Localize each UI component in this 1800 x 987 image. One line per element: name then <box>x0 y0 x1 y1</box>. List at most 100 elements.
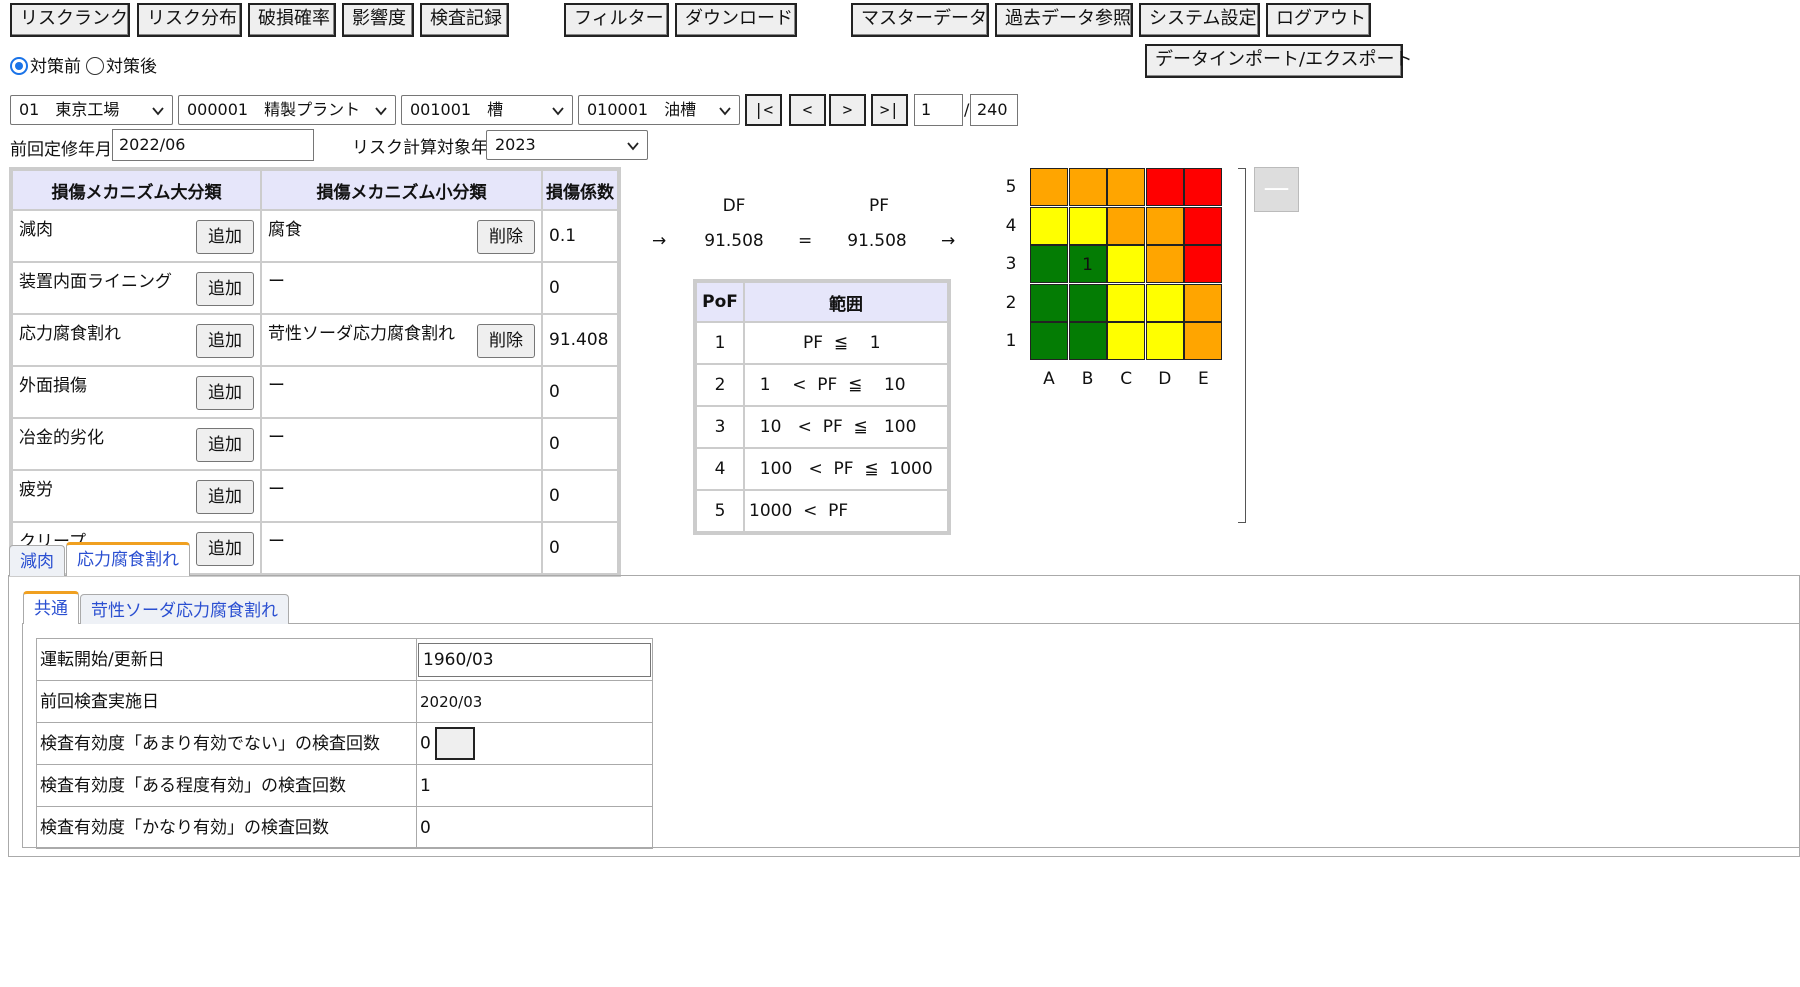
table-row: 外面損傷 追加ー 0 <box>13 367 617 417</box>
mode-after-option[interactable]: 対策後 <box>86 56 157 78</box>
inspection-record-button[interactable]: 検査記録 <box>420 3 509 37</box>
minor-label: ー <box>268 428 285 448</box>
tab-stress-corrosion[interactable]: 応力腐食割れ <box>66 542 190 576</box>
somewhat-effective-label: 検査有効度「ある程度有効」の検査回数 <box>36 764 417 807</box>
add-button[interactable]: 追加 <box>196 428 254 462</box>
minor-label: 苛性ソーダ応力腐食割れ <box>268 324 455 344</box>
matrix-cell[interactable] <box>1030 168 1068 206</box>
matrix-cell[interactable] <box>1145 206 1184 245</box>
matrix-cell[interactable] <box>1145 168 1184 206</box>
pof-number: 5 <box>697 491 743 531</box>
mode-before-option[interactable]: 対策前 <box>10 56 81 78</box>
ineffective-count-button[interactable] <box>434 727 475 760</box>
start-date-input[interactable]: 1960/03 <box>418 642 651 677</box>
revision-input[interactable]: 2022/06 <box>112 129 314 161</box>
add-button[interactable]: 追加 <box>196 220 254 254</box>
add-button[interactable]: 追加 <box>196 324 254 358</box>
matrix-cell[interactable] <box>1184 283 1223 322</box>
matrix-cell[interactable] <box>1068 206 1107 245</box>
table-row: 5 1000 < PF <box>697 491 947 531</box>
matrix-cell[interactable] <box>1107 206 1146 245</box>
mode-before-label: 対策前 <box>30 57 81 77</box>
impact-button[interactable]: 影響度 <box>342 3 414 37</box>
chevron-down-icon <box>719 107 731 116</box>
risk-distribution-button[interactable]: リスク分布 <box>137 3 242 37</box>
matrix-cell[interactable] <box>1107 245 1146 284</box>
table-row: 2 1 < PF ≦ 10 <box>697 365 947 405</box>
table-row: 冶金的劣化 追加ー 0 <box>13 419 617 469</box>
matrix-cell[interactable] <box>1107 168 1146 206</box>
add-button[interactable]: 追加 <box>196 532 254 566</box>
pof-number: 3 <box>697 407 743 447</box>
tab-common[interactable]: 共通 <box>23 591 79 624</box>
mode-after-radio[interactable] <box>86 57 104 75</box>
factory-select[interactable]: 01 東京工場 <box>10 95 173 125</box>
factor-value: 0 <box>543 367 617 417</box>
equipment-type-select-value: 001001 槽 <box>410 100 504 119</box>
equipment-type-select[interactable]: 001001 槽 <box>401 95 573 125</box>
highly-effective-value: 0 <box>416 806 653 849</box>
minor-cell: ー <box>262 367 541 417</box>
matrix-cell[interactable] <box>1030 283 1068 322</box>
ineffective-count-value: 0 <box>420 733 431 754</box>
chevron-down-icon <box>152 107 164 116</box>
factor-value: 0 <box>543 471 617 521</box>
matrix-cell[interactable] <box>1184 322 1223 361</box>
matrix-cell[interactable] <box>1068 322 1107 361</box>
add-button[interactable]: 追加 <box>196 272 254 306</box>
ineffective-count-label: 検査有効度「あまり有効でない」の検査回数 <box>36 722 417 765</box>
first-page-button[interactable]: |< <box>745 94 782 126</box>
matrix-cell[interactable] <box>1145 245 1184 284</box>
matrix-cell[interactable] <box>1184 245 1223 284</box>
major-label: 疲労 <box>19 480 53 500</box>
last-page-button[interactable]: >| <box>871 94 908 126</box>
matrix-cell[interactable] <box>1184 168 1223 206</box>
logout-button[interactable]: ログアウト <box>1266 3 1371 37</box>
risk-rank-button[interactable]: リスクランク <box>10 3 130 37</box>
import-export-button[interactable]: データインポート/エクスポート <box>1145 44 1413 78</box>
matrix-cell[interactable]: 1 <box>1068 245 1107 284</box>
add-button[interactable]: 追加 <box>196 376 254 410</box>
y-axis-label: 5 <box>1005 177 1017 197</box>
prev-page-button[interactable]: < <box>789 94 826 126</box>
minor-label: ー <box>268 532 285 552</box>
collapse-button[interactable]: — <box>1254 167 1299 212</box>
equipment-select[interactable]: 010001 油槽 <box>578 95 740 125</box>
major-cell: 装置内面ライニング 追加 <box>13 263 260 313</box>
next-page-button[interactable]: > <box>829 94 866 126</box>
tab-caustic-scc[interactable]: 苛性ソーダ応力腐食割れ <box>80 594 289 624</box>
matrix-cell[interactable] <box>1030 245 1068 284</box>
delete-button[interactable]: 削除 <box>477 220 535 254</box>
range-header: 範囲 <box>745 283 947 321</box>
table-row: 装置内面ライニング 追加ー 0 <box>13 263 617 313</box>
matrix-cell[interactable] <box>1030 322 1068 361</box>
matrix-cell[interactable] <box>1107 283 1146 322</box>
add-button[interactable]: 追加 <box>196 480 254 514</box>
matrix-cell[interactable] <box>1145 283 1184 322</box>
damage-probability-button[interactable]: 破損確率 <box>248 3 336 37</box>
chevron-down-icon <box>552 107 564 116</box>
master-data-button[interactable]: マスターデータ <box>851 3 989 37</box>
past-data-button[interactable]: 過去データ参照 <box>995 3 1133 37</box>
major-label: 減肉 <box>19 220 53 240</box>
matrix-cell[interactable] <box>1145 322 1184 361</box>
x-axis-label: A <box>1043 369 1055 389</box>
matrix-cell[interactable] <box>1184 206 1223 245</box>
download-button[interactable]: ダウンロード <box>675 3 797 37</box>
matrix-cell[interactable] <box>1107 322 1146 361</box>
pof-range: 10 < PF ≦ 100 <box>745 407 947 447</box>
system-settings-button[interactable]: システム設定 <box>1139 3 1260 37</box>
plant-select[interactable]: 000001 精製プラント <box>178 95 396 125</box>
mode-before-radio[interactable] <box>10 57 28 75</box>
tab-thinning[interactable]: 減肉 <box>9 545 65 576</box>
major-label: 外面損傷 <box>19 376 87 396</box>
calc-year-select[interactable]: 2023 <box>486 130 648 160</box>
filter-button[interactable]: フィルター <box>564 3 669 37</box>
matrix-cell[interactable] <box>1030 206 1068 245</box>
page-number-input[interactable]: 1 <box>914 94 963 126</box>
matrix-cell[interactable] <box>1068 283 1107 322</box>
delete-button[interactable]: 削除 <box>477 324 535 358</box>
header-minor: 損傷メカニズム小分類 <box>262 171 541 209</box>
equipment-select-value: 010001 油槽 <box>587 100 697 119</box>
matrix-cell[interactable] <box>1068 168 1107 206</box>
